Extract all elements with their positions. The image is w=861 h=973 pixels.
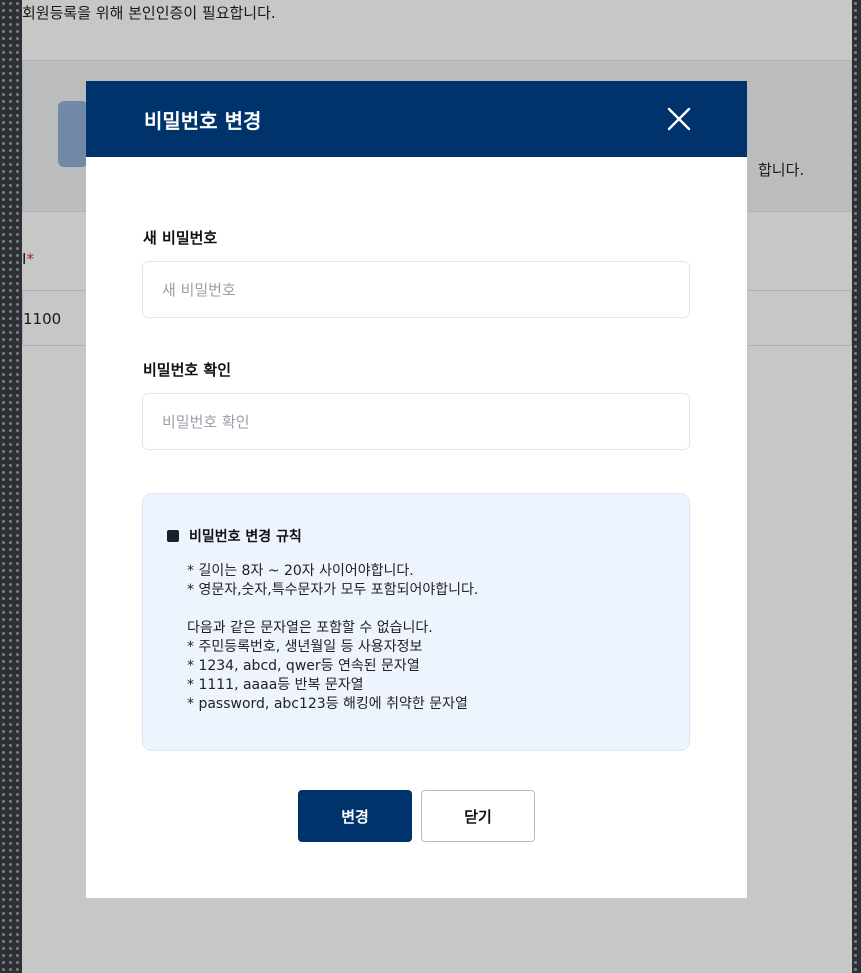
rule-line: 다음과 같은 문자열은 포함할 수 없습니다. [187, 620, 433, 636]
new-password-label: 새 비밀번호 [143, 229, 218, 247]
password-rules-box: 비밀번호 변경 규칙 * 길이는 8자 ~ 20자 사이어야합니다. * 영문자… [142, 493, 690, 751]
change-button[interactable]: 변경 [298, 790, 412, 842]
confirm-password-input[interactable] [142, 393, 690, 450]
rules-title-row: 비밀번호 변경 규칙 [167, 526, 302, 546]
new-password-input[interactable] [142, 261, 690, 318]
rule-line: * 주민등록번호, 생년월일 등 사용자정보 [187, 639, 423, 655]
rule-line: * 1234, abcd, qwer등 연속된 문자열 [187, 658, 420, 674]
square-bullet-icon [167, 530, 179, 542]
modal-title: 비밀번호 변경 [144, 109, 262, 133]
password-change-modal: 비밀번호 변경 새 비밀번호 비밀번호 확인 비밀번호 변경 규칙 * 길이는 … [86, 81, 747, 898]
rule-line: * password, abc123등 해킹에 취약한 문자열 [187, 696, 468, 712]
rule-line: * 길이는 8자 ~ 20자 사이어야합니다. [187, 563, 414, 579]
confirm-password-label: 비밀번호 확인 [143, 361, 232, 379]
rule-line: * 영문자,숫자,특수문자가 모두 포함되어야합니다. [187, 582, 479, 598]
rules-body: * 길이는 8자 ~ 20자 사이어야합니다. * 영문자,숫자,특수문자가 모… [187, 562, 478, 714]
rule-line: * 1111, aaaa등 반복 문자열 [187, 677, 364, 693]
rules-title: 비밀번호 변경 규칙 [189, 529, 302, 545]
modal-header: 비밀번호 변경 [86, 81, 747, 157]
close-icon[interactable] [667, 107, 691, 131]
close-button[interactable]: 닫기 [421, 790, 535, 842]
